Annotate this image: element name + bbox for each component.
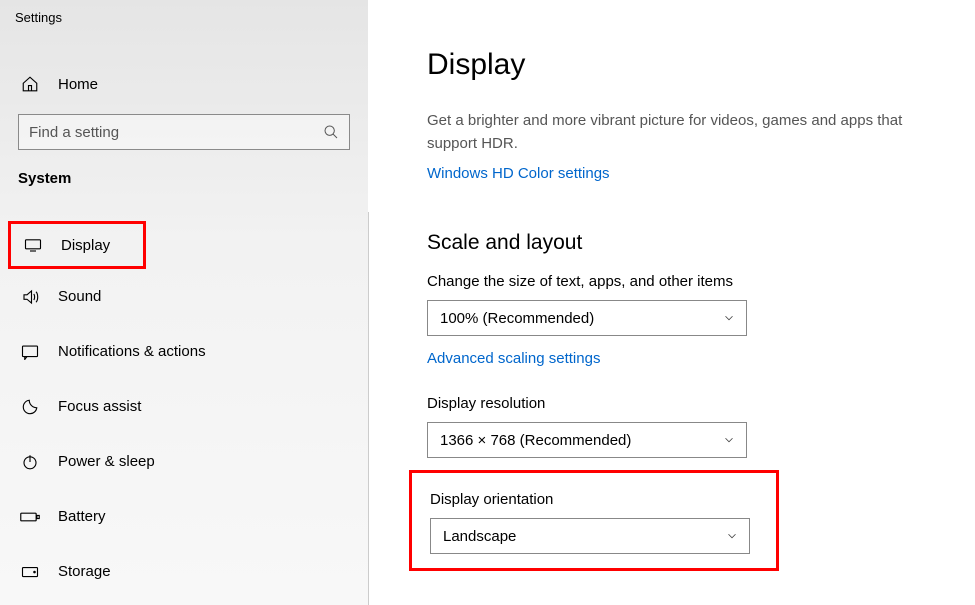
resolution-label: Display resolution [427,395,975,412]
advanced-scaling-link[interactable]: Advanced scaling settings [427,350,600,367]
orientation-value: Landscape [443,528,516,545]
category-label: System [0,160,368,197]
nav-display-label: Display [61,237,110,254]
chevron-down-icon [722,433,736,447]
nav-sound[interactable]: Sound [0,269,368,324]
power-icon [20,453,40,471]
nav-storage[interactable]: Storage [0,544,368,599]
nav-focus[interactable]: Focus assist [0,379,368,434]
scale-dropdown[interactable]: 100% (Recommended) [427,300,747,336]
focus-icon [20,398,40,416]
home-label: Home [58,76,98,93]
storage-icon [20,565,40,579]
nav-battery[interactable]: Battery [0,489,368,544]
display-icon [23,238,43,252]
nav-battery-label: Battery [58,508,106,525]
window-title: Settings [0,6,368,34]
nav-power[interactable]: Power & sleep [0,434,368,489]
nav-display[interactable]: Display [8,221,146,269]
search-icon [323,124,339,140]
search-input[interactable] [18,114,350,150]
orientation-highlight: Display orientation Landscape [409,470,779,571]
nav-notifications[interactable]: Notifications & actions [0,324,368,379]
sidebar: Settings Home System [0,0,368,605]
home-nav[interactable]: Home [0,60,368,108]
nav-focus-label: Focus assist [58,398,141,415]
nav-storage-label: Storage [58,563,111,580]
resolution-dropdown[interactable]: 1366 × 768 (Recommended) [427,422,747,458]
nav-notifications-label: Notifications & actions [58,343,206,360]
scale-label: Change the size of text, apps, and other… [427,273,975,290]
scale-heading: Scale and layout [427,231,975,255]
sound-icon [20,288,40,306]
chevron-down-icon [722,311,736,325]
chevron-down-icon [725,529,739,543]
nav-power-label: Power & sleep [58,453,155,470]
orientation-dropdown[interactable]: Landscape [430,518,750,554]
page-title: Display [427,48,975,82]
hdr-settings-link[interactable]: Windows HD Color settings [427,165,610,182]
resolution-value: 1366 × 768 (Recommended) [440,432,631,449]
main-pane: Display Get a brighter and more vibrant … [369,0,975,605]
scale-value: 100% (Recommended) [440,310,594,327]
notifications-icon [20,344,40,360]
hdr-description: Get a brighter and more vibrant picture … [427,110,947,155]
nav-sound-label: Sound [58,288,101,305]
battery-icon [20,511,40,523]
home-icon [20,75,40,93]
orientation-label: Display orientation [430,491,776,508]
